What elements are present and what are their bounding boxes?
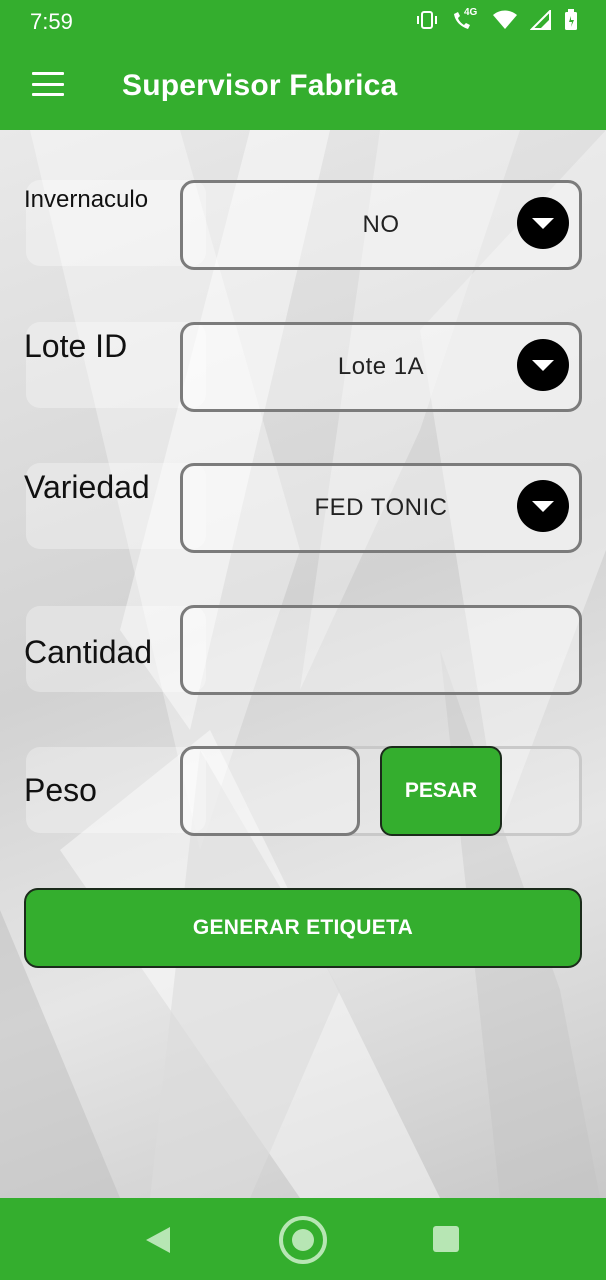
app-bar: Supervisor Fabrica — [0, 44, 606, 130]
home-circle-icon[interactable] — [279, 1216, 327, 1264]
cantidad-value — [183, 608, 579, 692]
system-nav-bar — [0, 1198, 606, 1280]
cantidad-input[interactable] — [180, 605, 582, 695]
peso-input[interactable] — [180, 746, 360, 836]
variedad-label: Variedad — [24, 469, 150, 505]
dropdown-arrow-icon — [517, 480, 569, 532]
invernaculo-label: Invernaculo — [24, 186, 149, 213]
variedad-dropdown[interactable]: FED TONIC — [180, 463, 582, 553]
dropdown-arrow-icon — [517, 339, 569, 391]
status-time: 7:59 — [30, 9, 73, 34]
peso-label: Peso — [24, 772, 97, 808]
hamburger-menu-icon[interactable] — [26, 68, 70, 100]
wifi-calling-icon: 4G — [450, 7, 480, 33]
status-icons: 4G — [416, 7, 578, 36]
recents-square-icon[interactable] — [433, 1226, 459, 1252]
dropdown-arrow-icon — [517, 197, 569, 249]
app-title: Supervisor Fabrica — [122, 69, 398, 102]
pesar-button[interactable]: PESAR — [380, 746, 502, 836]
lote-id-dropdown[interactable]: Lote 1A — [180, 322, 582, 412]
network-type-label: 4G — [464, 7, 478, 18]
generar-etiqueta-button[interactable]: GENERAR ETIQUETA — [24, 888, 582, 968]
battery-icon — [564, 8, 578, 36]
invernaculo-dropdown[interactable]: NO — [180, 180, 582, 270]
status-bar: 7:59 4G — [0, 0, 606, 44]
cantidad-label: Cantidad — [24, 634, 153, 670]
wifi-icon — [492, 10, 518, 35]
cell-signal-icon — [529, 8, 552, 35]
lote-id-label: Lote ID — [24, 328, 128, 364]
vibrate-icon — [416, 10, 438, 35]
form-area: Invernaculo NO Lote ID Lote 1A Variedad … — [0, 130, 606, 1198]
back-triangle-icon[interactable] — [146, 1227, 170, 1253]
